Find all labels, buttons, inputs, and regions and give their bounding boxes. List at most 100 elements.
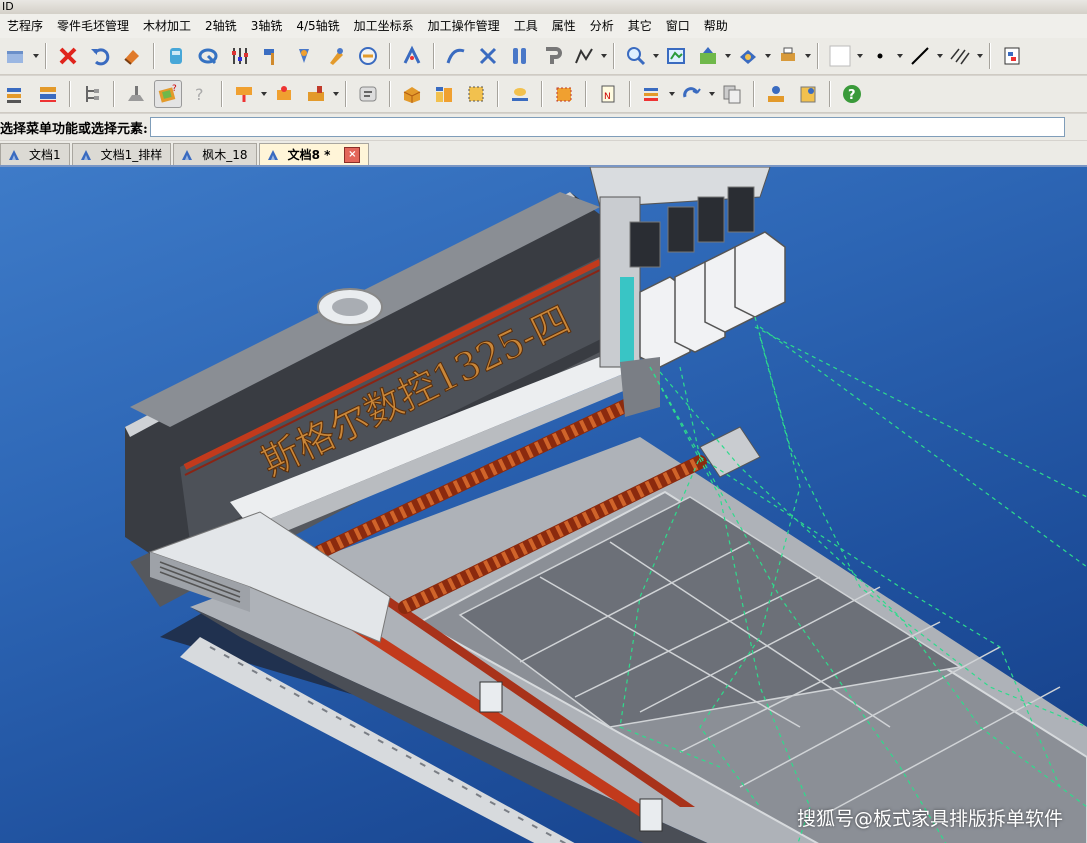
tab-label: 文档8 *	[287, 148, 331, 162]
eraser-icon[interactable]	[118, 42, 146, 70]
help-icon[interactable]: ?	[838, 80, 866, 108]
menu-item-6[interactable]: 加工坐标系	[347, 14, 421, 38]
menu-item-0[interactable]: 艺程序	[0, 14, 50, 38]
open-dropdown[interactable]	[32, 42, 40, 70]
cut-icon[interactable]	[474, 42, 502, 70]
menu-item-7[interactable]: 加工操作管理	[421, 14, 507, 38]
box-icon[interactable]	[398, 80, 426, 108]
separator	[989, 43, 991, 69]
command-bar: 选择菜单功能或选择元素:	[0, 114, 1087, 140]
hammer-icon[interactable]	[258, 42, 286, 70]
user-icon[interactable]	[762, 80, 790, 108]
clock-icon[interactable]	[354, 42, 382, 70]
command-label: 选择菜单功能或选择元素:	[0, 121, 148, 137]
menu-item-2[interactable]: 木材加工	[136, 14, 198, 38]
plane-icon[interactable]	[122, 80, 150, 108]
tab-close-icon[interactable]: ×	[344, 146, 361, 163]
path-dropdown[interactable]	[600, 42, 608, 70]
export-icon[interactable]	[694, 42, 722, 70]
properties-icon[interactable]	[998, 42, 1026, 70]
separator	[433, 43, 435, 69]
copy-icon[interactable]	[718, 80, 746, 108]
sliders-icon[interactable]	[226, 42, 254, 70]
parallel-icon[interactable]	[506, 42, 534, 70]
drill-icon[interactable]	[230, 80, 258, 108]
main-toolbar	[0, 38, 1087, 75]
menu-item-3[interactable]: 2轴铣	[198, 14, 244, 38]
menu-item-9[interactable]: 属性	[545, 14, 583, 38]
fit-view-icon[interactable]	[662, 42, 690, 70]
point-icon[interactable]	[866, 42, 894, 70]
zoom-dropdown[interactable]	[652, 42, 660, 70]
measure-icon[interactable]	[194, 42, 222, 70]
drill-alt-icon[interactable]	[270, 80, 298, 108]
tool-icon[interactable]	[322, 42, 350, 70]
view-dropdown[interactable]	[764, 42, 772, 70]
color-icon[interactable]	[826, 42, 854, 70]
line-dropdown[interactable]	[936, 42, 944, 70]
separator	[153, 43, 155, 69]
color-dropdown[interactable]	[856, 42, 864, 70]
menu-item-8[interactable]: 工具	[507, 14, 545, 38]
hint-icon[interactable]: ?	[154, 80, 182, 108]
print-icon[interactable]	[774, 42, 802, 70]
layer-icon[interactable]	[162, 42, 190, 70]
title-bar: ID	[0, 0, 1087, 14]
undo-icon[interactable]	[86, 42, 114, 70]
window-title: ID	[2, 0, 14, 13]
point-dropdown[interactable]	[896, 42, 904, 70]
layers-icon[interactable]	[638, 80, 666, 108]
layers-dropdown[interactable]	[668, 80, 676, 108]
magnet-icon[interactable]	[538, 42, 566, 70]
menu-item-12[interactable]: 窗口	[659, 14, 697, 38]
export-dropdown[interactable]	[724, 42, 732, 70]
separator	[389, 43, 391, 69]
pick-icon[interactable]	[398, 42, 426, 70]
menu-item-10[interactable]: 分析	[583, 14, 621, 38]
menu-item-11[interactable]: 其它	[621, 14, 659, 38]
open-icon[interactable]	[2, 42, 30, 70]
text-box-icon[interactable]	[354, 80, 382, 108]
frame-icon[interactable]	[462, 80, 490, 108]
hatch-icon[interactable]	[946, 42, 974, 70]
menu-item-1[interactable]: 零件毛坯管理	[50, 14, 136, 38]
document-tabs: 文档1 文档1_排样 枫木_18 文档8 * ×	[0, 141, 1087, 167]
tree-icon[interactable]	[78, 80, 106, 108]
machine-dropdown[interactable]	[332, 80, 340, 108]
print-dropdown[interactable]	[804, 42, 812, 70]
tab-1[interactable]: 文档1_排样	[71, 143, 172, 165]
menu-item-13[interactable]: 帮助	[697, 14, 735, 38]
svg-text:N: N	[604, 92, 611, 102]
report-icon[interactable]	[794, 80, 822, 108]
tool-change-icon[interactable]	[678, 80, 706, 108]
menu-item-5[interactable]: 4/5轴铣	[289, 14, 346, 38]
edge-icon[interactable]	[550, 80, 578, 108]
stack-icon[interactable]	[2, 80, 30, 108]
cad-viewport[interactable]: 斯格尔数控1325-四 搜狐号@板式家具排版拆单软件	[0, 167, 1087, 843]
delete-icon[interactable]	[54, 42, 82, 70]
machine-icon[interactable]	[302, 80, 330, 108]
spindle-icon[interactable]	[290, 42, 318, 70]
note-icon[interactable]: N	[594, 80, 622, 108]
tab-3[interactable]: 文档8 * ×	[258, 143, 370, 165]
nest-icon[interactable]	[430, 80, 458, 108]
tool-change-dropdown[interactable]	[708, 80, 716, 108]
zoom-icon[interactable]	[622, 42, 650, 70]
hatch-dropdown[interactable]	[976, 42, 984, 70]
help-cursor-icon[interactable]: ?	[186, 80, 214, 108]
tab-label: 枫木_18	[202, 148, 248, 162]
path-icon[interactable]	[506, 80, 534, 108]
drill-dropdown[interactable]	[260, 80, 268, 108]
view-direction-icon[interactable]	[734, 42, 762, 70]
separator	[345, 81, 347, 107]
path-tool-icon[interactable]	[570, 42, 598, 70]
separator	[753, 81, 755, 107]
tab-0[interactable]: 文档1	[0, 143, 70, 165]
menu-item-4[interactable]: 3轴铣	[244, 14, 290, 38]
stack-alt-icon[interactable]	[34, 80, 62, 108]
tab-2[interactable]: 枫木_18	[173, 143, 257, 165]
line-style-icon[interactable]	[906, 42, 934, 70]
command-input[interactable]	[149, 117, 1065, 137]
menu-bar: 艺程序 零件毛坯管理 木材加工 2轴铣 3轴铣 4/5轴铣 加工坐标系 加工操作管理 工具 属性分…	[0, 14, 1087, 39]
curve-icon[interactable]	[442, 42, 470, 70]
